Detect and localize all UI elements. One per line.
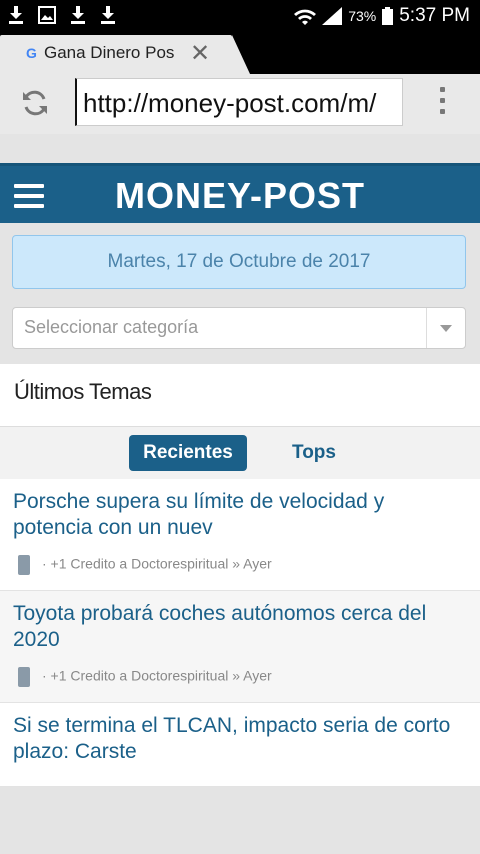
chevron-down-icon[interactable] <box>426 308 465 348</box>
battery-percent: 73% <box>348 8 377 24</box>
phone-icon <box>18 555 30 575</box>
post-meta-text: · +1 Credito a Doctorespiritual » Ayer <box>42 555 272 572</box>
browser-tab[interactable]: G Gana Dinero Pos ✕ <box>0 35 250 74</box>
close-tab-icon[interactable]: ✕ <box>190 39 210 68</box>
wifi-icon <box>294 9 317 25</box>
notification-icons <box>8 6 116 24</box>
overflow-menu-icon[interactable] <box>440 87 446 120</box>
site-header: MONEY-POST <box>0 163 480 223</box>
system-status: 73% 5:37 PM <box>294 5 470 27</box>
list-item[interactable]: Porsche supera su límite de velocidad y … <box>0 479 480 591</box>
site-logo[interactable]: MONEY-POST <box>0 175 480 217</box>
address-bar[interactable]: http://money-post.com/m/ <box>75 78 403 126</box>
page-content: MONEY-POST Martes, 17 de Octubre de 2017… <box>0 134 480 854</box>
browser-toolbar: http://money-post.com/m/ <box>0 74 480 134</box>
category-placeholder: Seleccionar categoría <box>24 317 199 337</box>
download-icon <box>71 6 85 24</box>
topic-tabs: Recientes Tops <box>0 426 480 480</box>
download-icon <box>9 6 23 24</box>
battery-icon <box>382 7 394 25</box>
image-icon <box>38 6 56 24</box>
tab-title: Gana Dinero Pos <box>44 43 175 62</box>
reload-icon[interactable] <box>20 88 50 118</box>
list-item[interactable]: Si se termina el TLCAN, impacto seria de… <box>0 703 480 787</box>
post-meta: · +1 Credito a Doctorespiritual » Ayer <box>18 555 272 575</box>
category-select[interactable]: Seleccionar categoría <box>12 307 466 349</box>
clock: 5:37 PM <box>399 5 470 26</box>
post-meta: · +1 Credito a Doctorespiritual » Ayer <box>18 667 272 687</box>
phone-icon <box>18 667 30 687</box>
status-bar: 73% 5:37 PM <box>0 0 480 32</box>
post-meta-text: · +1 Credito a Doctorespiritual » Ayer <box>42 667 272 684</box>
google-favicon-icon: G <box>26 45 37 61</box>
latest-topics-section: Últimos Temas <box>0 364 480 426</box>
post-title[interactable]: Porsche supera su límite de velocidad y … <box>13 489 468 541</box>
date-banner: Martes, 17 de Octubre de 2017 <box>12 235 466 289</box>
post-list: Porsche supera su límite de velocidad y … <box>0 479 480 787</box>
post-title[interactable]: Toyota probará coches autónomos cerca de… <box>13 601 468 653</box>
browser-tab-bar: G Gana Dinero Pos ✕ + <box>0 32 480 103</box>
list-item[interactable]: Toyota probará coches autónomos cerca de… <box>0 591 480 703</box>
signal-icon <box>322 7 343 25</box>
post-title[interactable]: Si se termina el TLCAN, impacto seria de… <box>13 713 468 765</box>
download-icon <box>101 6 115 24</box>
tab-recientes[interactable]: Recientes <box>129 435 247 471</box>
tab-tops[interactable]: Tops <box>292 435 336 471</box>
section-title: Últimos Temas <box>14 379 152 404</box>
